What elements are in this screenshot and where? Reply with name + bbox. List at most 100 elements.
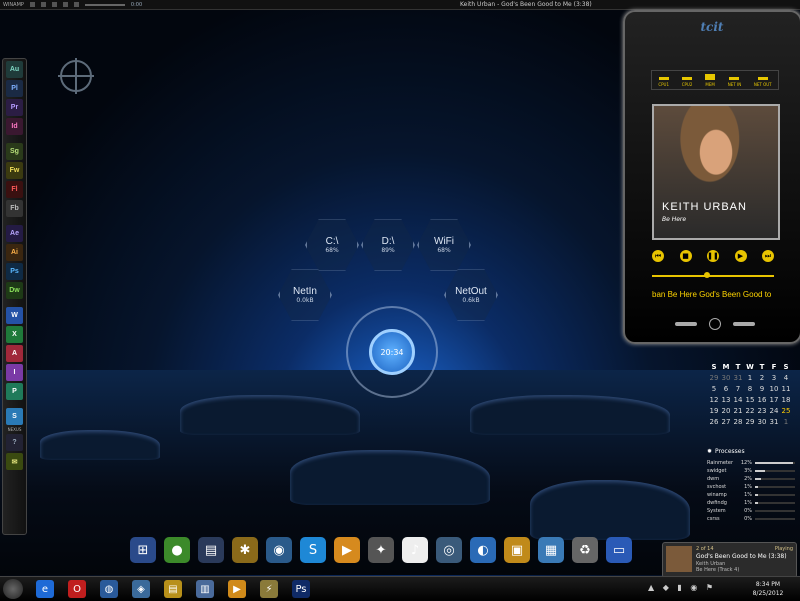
prelude-icon[interactable]: Pl [6, 80, 23, 97]
dreamweaver-icon[interactable]: Dw [6, 282, 23, 299]
calendar-day[interactable]: 11 [780, 385, 792, 393]
calendar-day[interactable]: 14 [732, 396, 744, 404]
calendar-day[interactable]: 10 [768, 385, 780, 393]
home-button[interactable] [709, 318, 721, 330]
winamp-seek-bar[interactable] [84, 3, 125, 6]
calendar-day[interactable]: 8 [744, 385, 756, 393]
calendar-day[interactable]: 4 [780, 374, 792, 382]
illustrator-icon[interactable]: Ai [6, 244, 23, 261]
computer-icon[interactable]: ▤ [198, 537, 224, 563]
skype-icon[interactable]: S [300, 537, 326, 563]
taskbar-notepad-icon[interactable]: ▥ [196, 580, 214, 598]
word-icon[interactable]: W [6, 307, 23, 324]
audition-icon[interactable]: Au [6, 61, 23, 78]
calendar-day[interactable]: 29 [744, 418, 756, 426]
calendar-day[interactable]: 30 [720, 374, 732, 382]
flash-builder-icon[interactable]: Fb [6, 200, 23, 217]
premiere-icon[interactable]: Pr [6, 99, 23, 116]
browser-icon[interactable]: ◐ [470, 537, 496, 563]
pause-button[interactable]: ❚❚ [707, 250, 719, 262]
taskbar-ie-icon[interactable]: e [36, 580, 54, 598]
meter-net-out[interactable]: NetOut 0.6kB [444, 269, 498, 321]
calendar-day[interactable]: 23 [756, 407, 768, 415]
calendar-day[interactable]: 12 [708, 396, 720, 404]
folder-icon[interactable]: ▣ [504, 537, 530, 563]
calendar-day[interactable]: 25 [780, 407, 792, 415]
player-seek-bar[interactable] [652, 272, 774, 278]
mail-icon[interactable]: ✉ [6, 453, 23, 470]
help-icon[interactable]: ? [6, 434, 23, 451]
taskbar-explorer-icon[interactable]: ▤ [164, 580, 182, 598]
calendar-day[interactable]: 15 [744, 396, 756, 404]
prev-icon[interactable] [29, 2, 35, 7]
skype-icon[interactable]: S [6, 408, 23, 425]
calendar-day[interactable]: 29 [708, 374, 720, 382]
calendar-day[interactable]: 13 [720, 396, 732, 404]
settings-icon[interactable]: ✦ [368, 537, 394, 563]
start-button[interactable] [3, 579, 23, 599]
calendar-day[interactable]: 6 [720, 385, 732, 393]
windows-flag-icon[interactable]: ⊞ [130, 537, 156, 563]
calendar-day[interactable]: 16 [756, 396, 768, 404]
taskbar-opera-icon[interactable]: O [68, 580, 86, 598]
globe-icon[interactable]: ◎ [436, 537, 462, 563]
gallery-icon[interactable]: ▦ [538, 537, 564, 563]
calendar-day[interactable]: 30 [756, 418, 768, 426]
calendar-day[interactable]: 31 [768, 418, 780, 426]
seek-knob[interactable] [704, 272, 711, 278]
taskbar-player-icon[interactable]: ▶ [228, 580, 246, 598]
meter-drive-d[interactable]: D:\ 89% [361, 219, 415, 271]
indesign-icon[interactable]: Id [6, 118, 23, 135]
recycle-bin-icon[interactable]: ♻ [572, 537, 598, 563]
right-soft-button[interactable] [733, 322, 755, 326]
calendar-day[interactable]: 1 [744, 374, 756, 382]
taskbar-winamp-icon[interactable]: ⚡ [260, 580, 278, 598]
calendar-day[interactable]: 3 [768, 374, 780, 382]
taskbar-photoshop-icon[interactable]: Ps [292, 580, 310, 598]
access-icon[interactable]: A [6, 345, 23, 362]
calendar-day[interactable]: 2 [756, 374, 768, 382]
media-icon[interactable]: ▶ [334, 537, 360, 563]
play-icon[interactable] [40, 2, 46, 7]
previous-button[interactable]: ⏮ [652, 250, 664, 262]
infopath-icon[interactable]: I [6, 364, 23, 381]
pause-icon[interactable] [51, 2, 57, 7]
left-soft-button[interactable] [675, 322, 697, 326]
meter-drive-c[interactable]: C:\ 68% [305, 219, 359, 271]
network-icon[interactable]: ◉ [266, 537, 292, 563]
crosshair-icon[interactable] [58, 58, 94, 94]
calendar-day[interactable]: 5 [708, 385, 720, 393]
utilities-icon[interactable]: ✱ [232, 537, 258, 563]
monitor-icon[interactable]: ▭ [606, 537, 632, 563]
calendar-day[interactable]: 7 [732, 385, 744, 393]
stop-icon[interactable] [62, 2, 68, 7]
taskbar-network-icon[interactable]: ◈ [132, 580, 150, 598]
calendar-day[interactable]: 22 [744, 407, 756, 415]
calendar-day[interactable]: 31 [732, 374, 744, 382]
photoshop-icon[interactable]: Ps [6, 263, 23, 280]
meter-net-in[interactable]: NetIn 0.0kB [278, 269, 332, 321]
calendar-day[interactable]: 24 [768, 407, 780, 415]
taskbar-clock[interactable]: 8:34 PM 8/25/2012 [740, 580, 796, 598]
calendar-day[interactable]: 9 [756, 385, 768, 393]
clock-widget[interactable]: 20:34 [346, 306, 438, 398]
taskbar-globe-icon[interactable]: ◍ [100, 580, 118, 598]
calendar-day[interactable]: 27 [720, 418, 732, 426]
calendar-day[interactable]: 26 [708, 418, 720, 426]
meter-wifi[interactable]: WiFi 68% [417, 219, 471, 271]
calendar-day[interactable]: 17 [768, 396, 780, 404]
calendar-day[interactable]: 21 [732, 407, 744, 415]
xbox-icon[interactable]: ● [164, 537, 190, 563]
publisher-icon[interactable]: P [6, 383, 23, 400]
system-tray[interactable]: ▲ ◆ ▮ ◉ ⚑ [648, 583, 716, 592]
calendar-day[interactable]: 28 [732, 418, 744, 426]
calendar-day[interactable]: 18 [780, 396, 792, 404]
after-effects-icon[interactable]: Ae [6, 225, 23, 242]
fireworks-icon[interactable]: Fw [6, 162, 23, 179]
next-button[interactable]: ⏭ [762, 250, 774, 262]
next-icon[interactable] [73, 2, 79, 7]
play-button[interactable]: ▶ [734, 250, 747, 262]
itunes-icon[interactable]: ♪ [402, 537, 428, 563]
now-playing-toast[interactable]: 2 of 14 Playing God's Been Good to Me (3… [662, 542, 797, 578]
speedgrade-icon[interactable]: Sg [6, 143, 23, 160]
